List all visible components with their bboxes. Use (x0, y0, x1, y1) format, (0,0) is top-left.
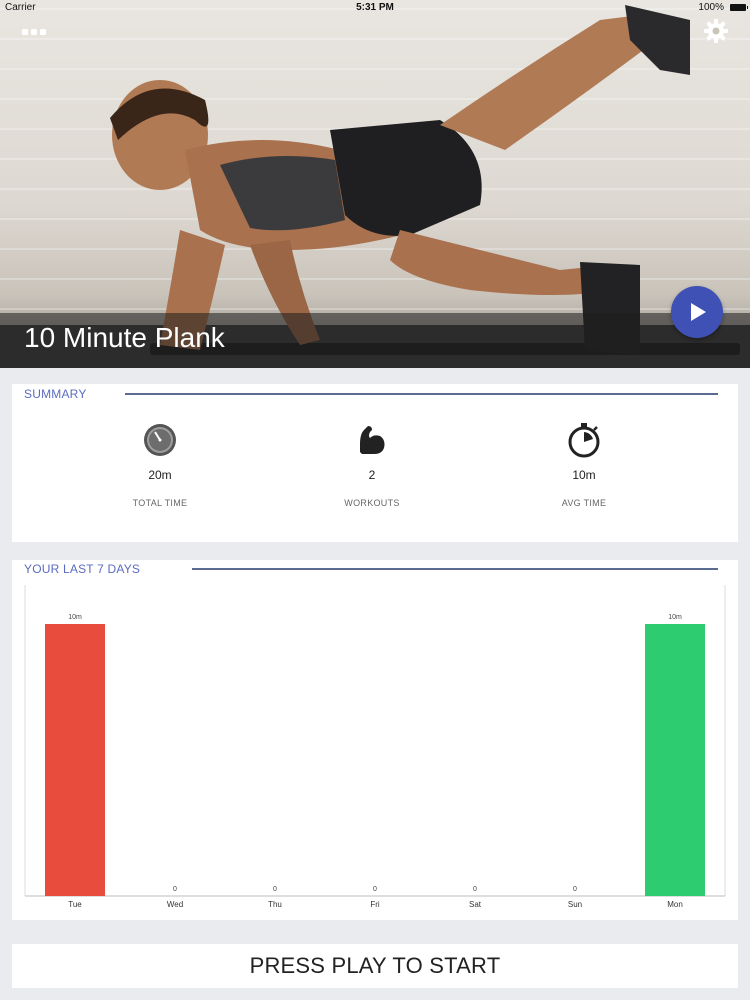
x-tick-label-sat: Sat (469, 900, 482, 909)
bar-value-label-fri: 0 (373, 886, 377, 893)
x-tick-label-sun: Sun (568, 900, 582, 909)
stat-avg-time: 10m AVG TIME (514, 422, 654, 508)
status-bar: Carrier 5:31 PM 100% (0, 0, 750, 16)
flexed-bicep-icon (360, 426, 385, 454)
bar-value-label-wed: 0 (173, 886, 177, 893)
stat-workouts: 2 WORKOUTS (302, 422, 442, 508)
bar-value-label-sat: 0 (473, 886, 477, 893)
bar-value-label-sun: 0 (573, 886, 577, 893)
timer-icon (568, 423, 600, 458)
avg-time-label: AVG TIME (561, 498, 607, 508)
x-tick-label-mon: Mon (667, 900, 683, 909)
more-dots-icon[interactable] (22, 26, 48, 38)
battery-percent: 100% (698, 2, 724, 13)
x-tick-label-fri: Fri (370, 900, 380, 909)
play-icon (691, 303, 706, 321)
summary-header: SUMMARY (24, 387, 87, 401)
x-tick-label-thu: Thu (268, 900, 282, 909)
summary-card: SUMMARY 20m TOTAL TIME 2 WORKOUTS 10m AV… (12, 384, 738, 542)
total-time-label: TOTAL TIME (132, 498, 188, 508)
gear-icon[interactable] (703, 18, 729, 44)
last-7-days-card: YOUR LAST 7 DAYS 10m Tue 0 Wed 0 Thu 0 Fri 0 Sat 0… (12, 560, 738, 920)
stat-total-time: 20m TOTAL TIME (90, 422, 230, 508)
total-time-value: 20m (148, 468, 172, 482)
x-tick-label-tue: Tue (68, 900, 82, 909)
avg-time-value: 10m (572, 468, 596, 482)
x-tick-label-wed: Wed (167, 900, 183, 909)
hero-image: 10 Minute Plank (0, 0, 750, 368)
workout-title: 10 Minute Plank (24, 322, 225, 353)
stopwatch-icon (144, 424, 176, 456)
bar-value-label-tue: 10m (68, 614, 82, 621)
summary-divider (125, 393, 718, 395)
weekly-bar-chart: 10m Tue 0 Wed 0 Thu 0 Fri 0 Sat 0 Sun 10m Mon (24, 585, 726, 909)
bar-tue (45, 624, 105, 896)
workouts-label: WORKOUTS (344, 498, 400, 508)
status-time: 5:31 PM (356, 2, 394, 13)
press-play-label: PRESS PLAY TO START (249, 953, 501, 978)
play-button[interactable] (671, 286, 723, 338)
workouts-value: 2 (368, 468, 376, 482)
bar-value-label-thu: 0 (273, 886, 277, 893)
press-play-banner[interactable]: PRESS PLAY TO START (12, 944, 738, 988)
bar-value-label-mon: 10m (668, 614, 682, 621)
battery-icon (730, 4, 748, 11)
bar-mon (645, 624, 705, 896)
